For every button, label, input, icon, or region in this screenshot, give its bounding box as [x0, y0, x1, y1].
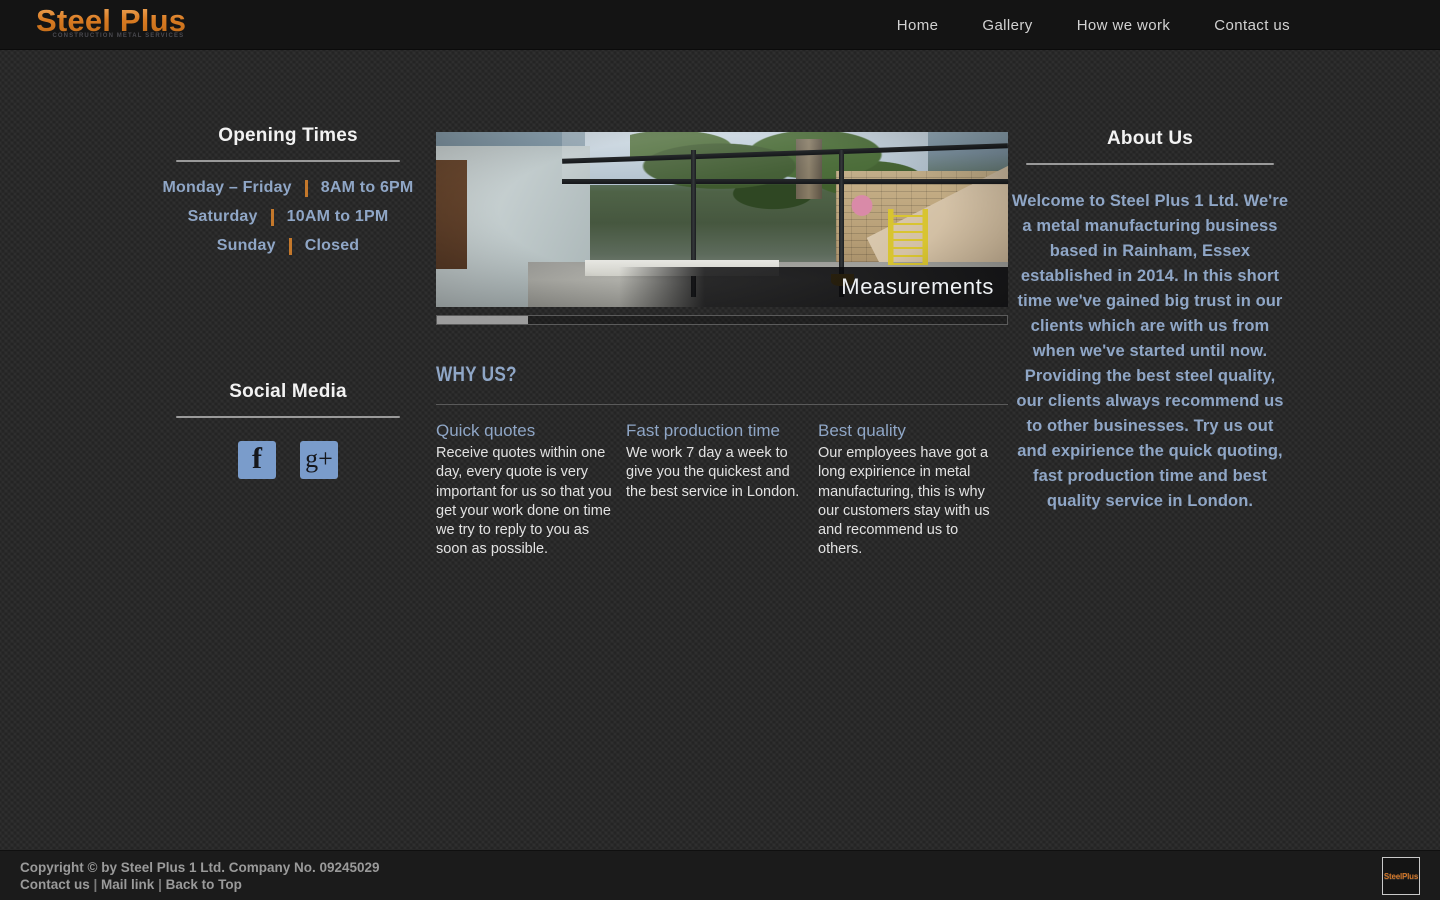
page-content: Opening Times Monday – Friday 8AM to 6PM… [0, 50, 1440, 850]
separator-bar-icon [305, 180, 308, 197]
social-media-title: Social Media [160, 381, 416, 403]
nav-item-how-we-work[interactable]: How we work [1077, 17, 1171, 34]
about-us-title: About Us [1010, 128, 1290, 150]
why-us-columns: Quick quotes Receive quotes within one d… [436, 421, 1008, 560]
opening-times-row: Sunday Closed [160, 237, 416, 255]
opening-times-title: Opening Times [160, 125, 416, 147]
site-footer: Copyright © by Steel Plus 1 Ltd. Company… [0, 850, 1440, 900]
logo-title: Steel Plus [36, 5, 186, 36]
site-header: Steel Plus CONSTRUCTION METAL SERVICES H… [0, 0, 1440, 50]
main-navigation: Home Gallery How we work Contact us [897, 0, 1290, 50]
opening-times-row: Monday – Friday 8AM to 6PM [160, 179, 416, 197]
why-us-column: Fast production time We work 7 day a wee… [626, 421, 818, 560]
why-us-column-heading: Best quality [818, 421, 1002, 441]
footer-separator: | [90, 877, 101, 892]
slide-caption-band: Measurements [619, 267, 1008, 307]
social-media-panel: Social Media f g+ [160, 381, 416, 479]
opening-times-value: 10AM to 1PM [287, 208, 389, 226]
slideshow-progress-fill [437, 316, 528, 324]
opening-times-day: Sunday [217, 237, 276, 255]
about-us-divider [1026, 163, 1274, 165]
footer-link-mail-link[interactable]: Mail link [101, 877, 154, 892]
why-us-column-body: Our employees have got a long expirience… [818, 444, 1002, 560]
center-column: Measurements WHY US? Quick quotes Receiv… [436, 132, 1008, 560]
opening-times-value: Closed [305, 237, 360, 255]
footer-logo-badge[interactable]: SteelPlus [1382, 857, 1420, 895]
separator-bar-icon [289, 238, 292, 255]
right-sidebar: About Us Welcome to Steel Plus 1 Ltd. We… [1010, 128, 1290, 514]
why-us-section: WHY US? Quick quotes Receive quotes with… [436, 363, 1008, 560]
why-us-column-body: Receive quotes within one day, every quo… [436, 444, 620, 560]
logo-subtitle: CONSTRUCTION METAL SERVICES [36, 33, 186, 39]
why-us-column-heading: Quick quotes [436, 421, 620, 441]
opening-times-value: 8AM to 6PM [321, 179, 414, 197]
separator-bar-icon [271, 209, 274, 226]
facebook-icon[interactable]: f [238, 441, 276, 479]
why-us-column: Quick quotes Receive quotes within one d… [436, 421, 626, 560]
footer-link-contact-us[interactable]: Contact us [20, 877, 90, 892]
opening-times-row: Saturday 10AM to 1PM [160, 208, 416, 226]
footer-copyright: Copyright © by Steel Plus 1 Ltd. Company… [20, 859, 380, 876]
opening-times-day: Monday – Friday [163, 179, 292, 197]
opening-times-panel: Opening Times Monday – Friday 8AM to 6PM… [160, 125, 416, 255]
opening-times-divider [176, 160, 400, 162]
why-us-title: WHY US? [436, 363, 905, 387]
slideshow-progress-bar[interactable] [436, 315, 1008, 325]
footer-badge-label: SteelPlus [1384, 872, 1418, 881]
opening-times-list: Monday – Friday 8AM to 6PM Saturday 10AM… [160, 179, 416, 255]
footer-separator: | [154, 877, 165, 892]
opening-times-day: Saturday [188, 208, 258, 226]
slideshow[interactable]: Measurements [436, 132, 1008, 307]
left-sidebar: Opening Times Monday – Friday 8AM to 6PM… [160, 125, 416, 479]
social-media-divider [176, 416, 400, 418]
footer-link-back-to-top[interactable]: Back to Top [166, 877, 242, 892]
about-us-body: Welcome to Steel Plus 1 Ltd. We're a met… [1010, 189, 1290, 514]
why-us-column-heading: Fast production time [626, 421, 812, 441]
why-us-column: Best quality Our employees have got a lo… [818, 421, 1008, 560]
nav-item-contact-us[interactable]: Contact us [1214, 17, 1290, 34]
why-us-divider [436, 404, 1008, 405]
why-us-column-body: We work 7 day a week to give you the qui… [626, 444, 812, 502]
nav-item-gallery[interactable]: Gallery [982, 17, 1032, 34]
footer-links: Contact us | Mail link | Back to Top [20, 876, 380, 893]
nav-item-home[interactable]: Home [897, 17, 939, 34]
google-plus-icon[interactable]: g+ [300, 441, 338, 479]
slide-caption: Measurements [841, 274, 994, 300]
footer-content: Copyright © by Steel Plus 1 Ltd. Company… [20, 859, 380, 893]
social-media-icons: f g+ [160, 441, 416, 479]
site-logo[interactable]: Steel Plus CONSTRUCTION METAL SERVICES [36, 5, 186, 39]
